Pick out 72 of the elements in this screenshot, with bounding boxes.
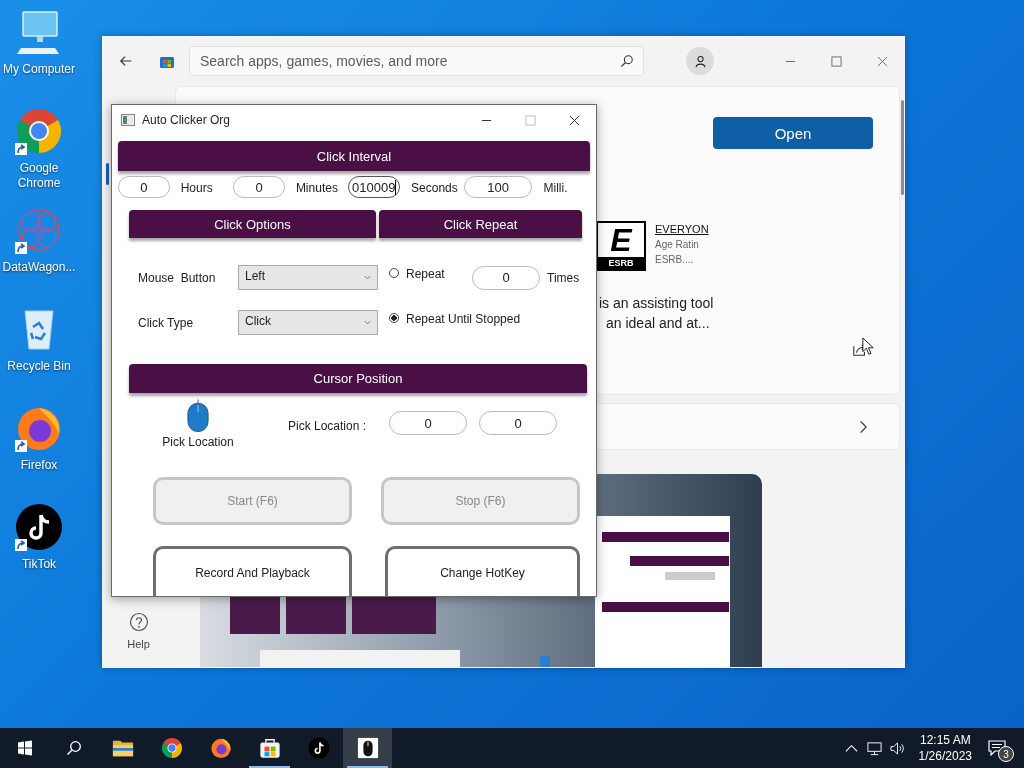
unit-label: Milli. — [542, 180, 569, 195]
description-text: is an assisting tool — [598, 294, 715, 313]
section-header: Click Repeat — [379, 210, 582, 238]
action-button[interactable]: Record And Playback — [153, 546, 352, 596]
scrollbar[interactable] — [901, 100, 904, 195]
radio-option[interactable]: Repeat — [389, 265, 472, 290]
pick-location-label[interactable]: Pick Location — [162, 435, 234, 449]
search-icon[interactable] — [620, 54, 634, 68]
open-button[interactable]: Open — [713, 117, 873, 149]
section-header: Click Interval — [118, 141, 590, 171]
notification-count: 3 — [998, 746, 1014, 762]
store-bag-icon — [258, 737, 281, 759]
unit-label: Times — [547, 270, 580, 285]
mouse-icon — [356, 737, 379, 759]
tiktok-icon — [307, 737, 330, 759]
clock-time[interactable]: 12:15 AM — [919, 732, 971, 748]
maximize-icon — [830, 55, 842, 67]
unit-label: Hours — [179, 180, 214, 195]
section-header: Cursor Position — [129, 364, 587, 393]
chrome-icon[interactable] — [15, 107, 63, 155]
back-arrow-icon[interactable] — [119, 54, 133, 68]
shortcut-arrow-icon — [15, 440, 27, 452]
desktop-icon-label[interactable]: Google Chrome — [1, 161, 77, 191]
caret-icon — [364, 275, 371, 280]
desktop-icon-label[interactable]: My Computer — [1, 62, 77, 77]
radio-option[interactable]: Repeat Until Stopped — [389, 310, 549, 335]
tiktok-icon[interactable] — [15, 503, 63, 551]
dropdown[interactable]: Click — [238, 310, 378, 335]
chrome-icon — [160, 737, 183, 759]
section-header: Click Options — [129, 210, 376, 238]
close-icon — [568, 114, 580, 126]
esrb-badge: E ESRB — [596, 221, 646, 271]
help-label[interactable]: Help — [127, 638, 150, 650]
taskbar-app-button[interactable] — [343, 728, 392, 768]
clock-date[interactable]: 1/26/2023 — [918, 748, 972, 764]
shortcut-arrow-icon — [15, 143, 27, 155]
window-title: Auto Clicker Org — [142, 113, 231, 127]
dropdown[interactable]: Left — [238, 265, 378, 290]
account-avatar[interactable] — [686, 47, 714, 75]
desktop-icon-label[interactable]: DataWagon... — [1, 260, 77, 275]
rating-detail: ESRB.... — [655, 253, 695, 267]
desktop-icon-label[interactable]: Firefox — [1, 458, 77, 473]
search-field[interactable]: Search apps, games, movies, and more — [189, 46, 644, 76]
action-button[interactable]: Change HotKey — [385, 546, 580, 596]
rating-title[interactable]: EVERYON — [655, 221, 709, 237]
description-text: an ideal and at... — [605, 314, 711, 333]
shortcut-arrow-icon — [15, 242, 27, 254]
caret-icon — [364, 320, 371, 325]
unit-label: Minutes — [294, 180, 339, 195]
field-label: Pick Location : — [288, 419, 368, 433]
mouse-cursor-icon — [862, 337, 874, 356]
volume-icon[interactable] — [889, 740, 905, 756]
window-app-icon — [121, 114, 135, 126]
field-label: Click Type — [138, 315, 195, 330]
selection-indicator — [106, 163, 109, 185]
person-icon — [693, 54, 707, 68]
mouse-icon[interactable] — [187, 399, 209, 433]
help-icon[interactable] — [128, 612, 149, 632]
field-label: Mouse Button — [138, 270, 217, 285]
chevron-right-icon[interactable] — [859, 419, 867, 434]
rating-subtitle: Age Ratin — [655, 238, 700, 252]
close-icon — [876, 55, 888, 67]
desktop-icon-label[interactable]: TikTok — [1, 557, 77, 572]
maximize-icon — [524, 114, 536, 126]
search-icon[interactable] — [65, 740, 82, 756]
network-icon[interactable] — [866, 740, 882, 756]
windows-start-icon[interactable] — [16, 740, 33, 756]
desktop-icon-label[interactable]: Recycle Bin — [1, 359, 77, 374]
shortcut-arrow-icon — [15, 539, 27, 551]
firefox-icon — [209, 737, 232, 759]
unit-label: Seconds — [410, 180, 459, 195]
mesh-icon[interactable] — [15, 206, 63, 254]
